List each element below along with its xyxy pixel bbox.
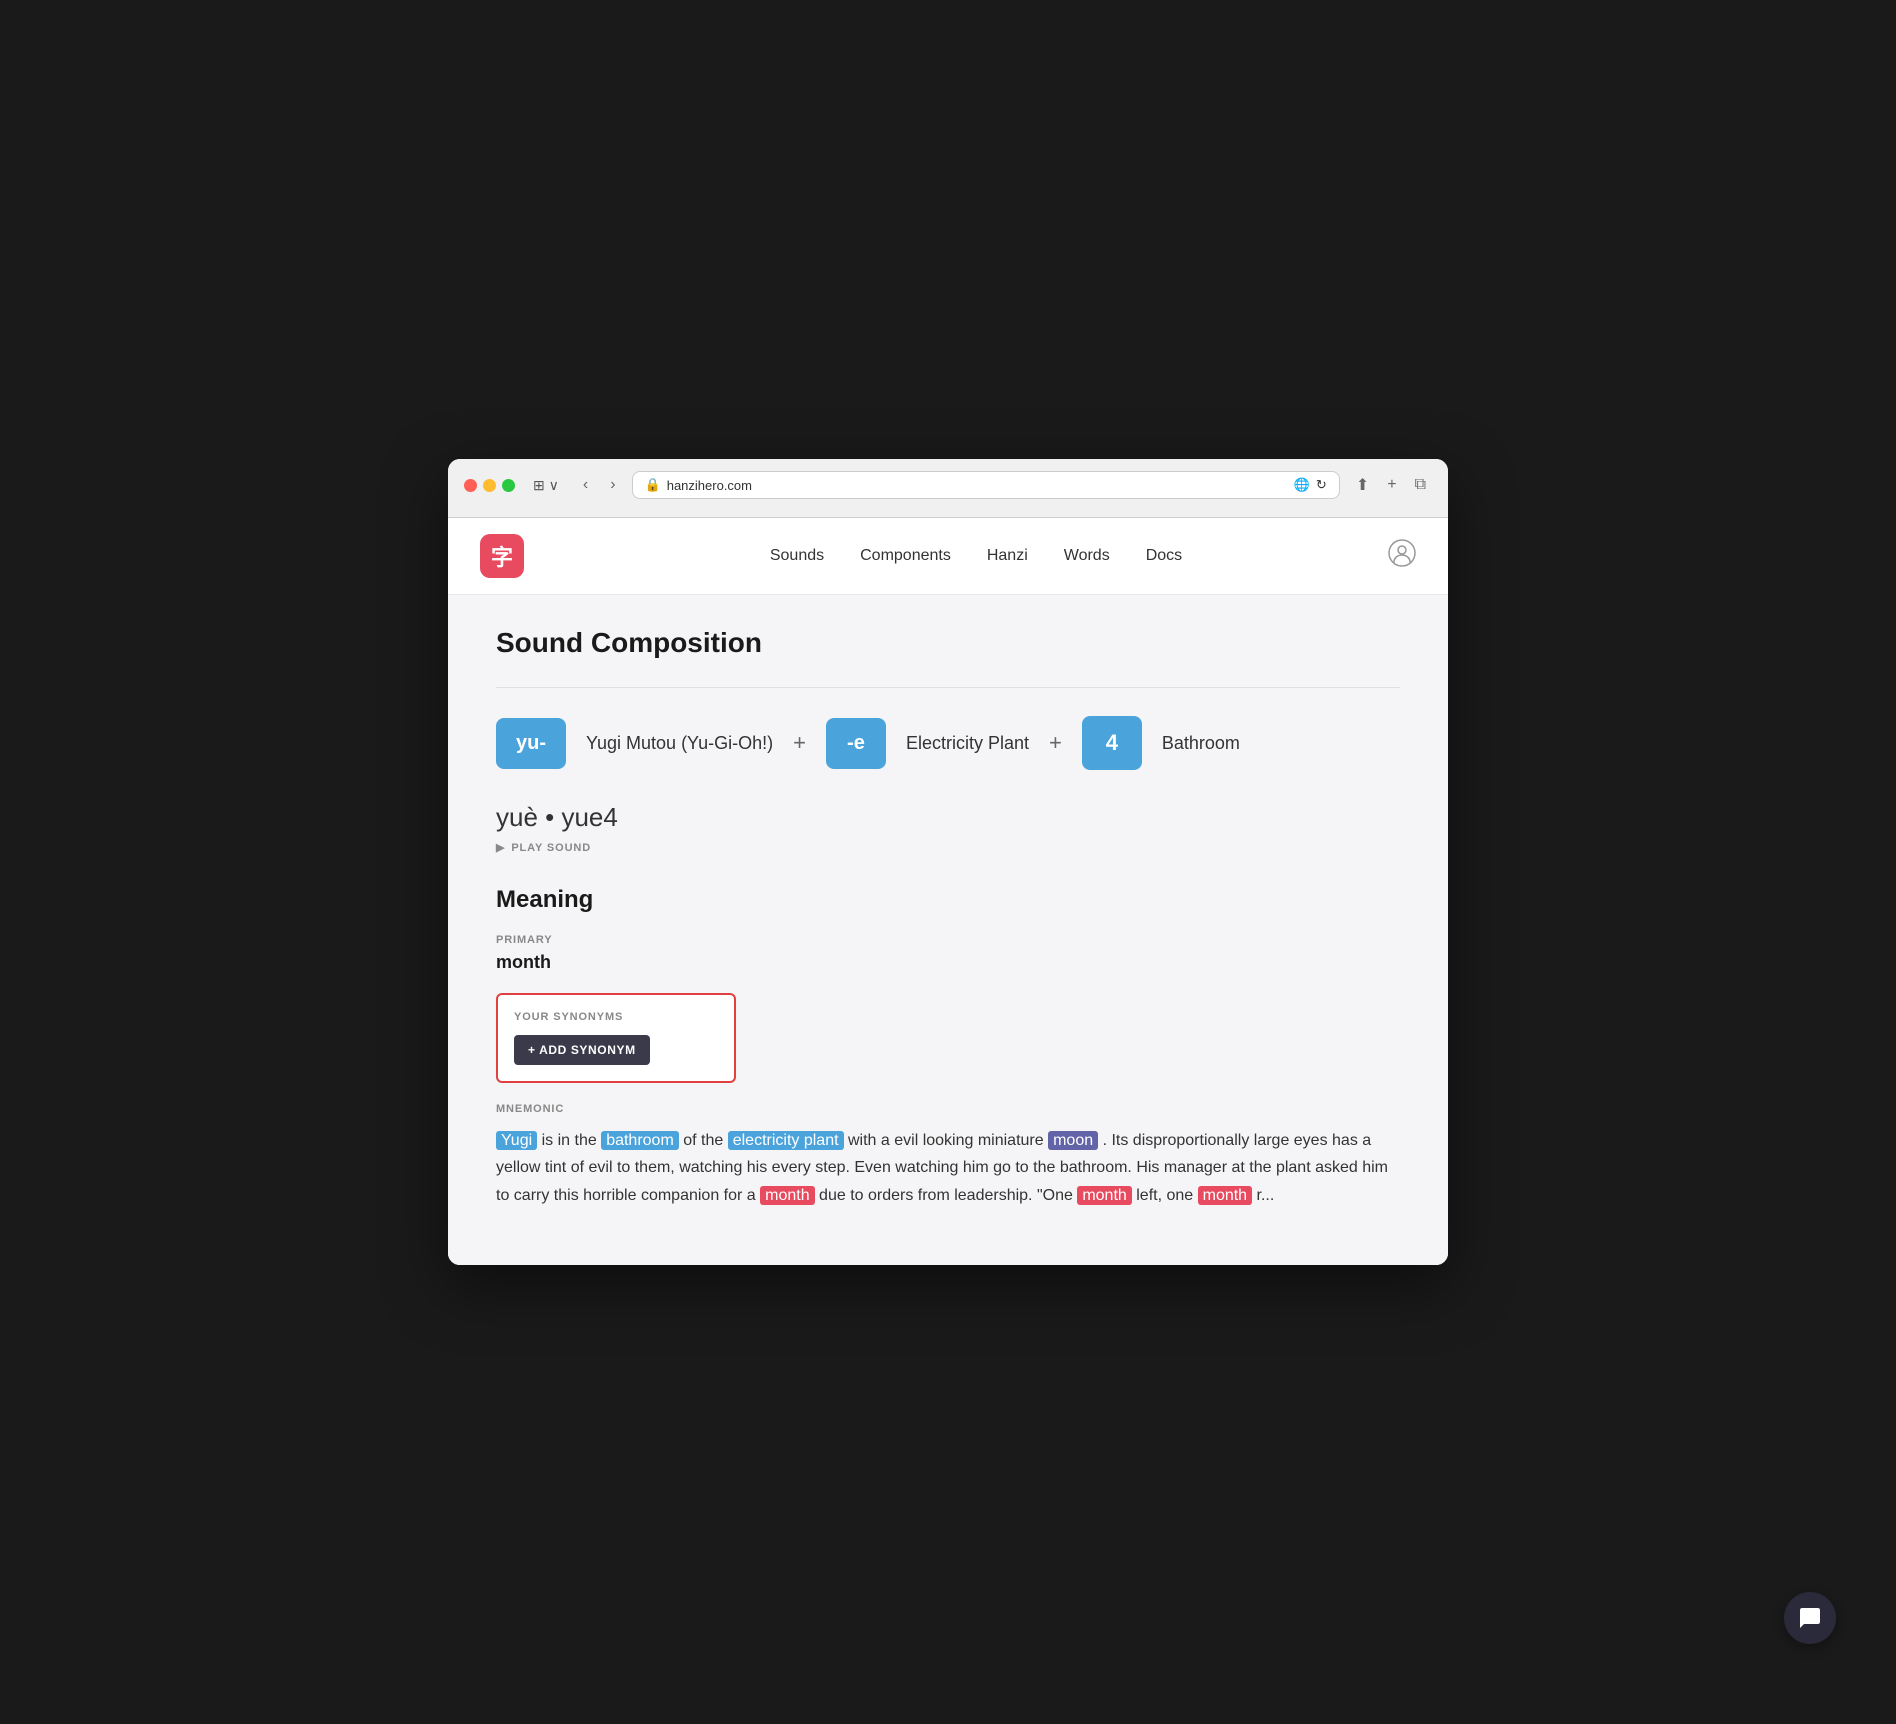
url-text: hanzihero.com [667, 478, 752, 493]
mnemonic-text-1: is in the [542, 1132, 602, 1149]
nav-link-components[interactable]: Components [860, 547, 951, 565]
sound-composition: yu- Yugi Mutou (Yu-Gi-Oh!) + -e Electric… [496, 716, 1400, 770]
maximize-traffic-light[interactable] [502, 479, 515, 492]
mnemonic-text-6: left, one [1136, 1187, 1197, 1204]
play-sound-label: PLAY SOUND [511, 842, 591, 854]
sound-token-4[interactable]: 4 [1082, 716, 1142, 770]
mnemonic-highlight-month-2: month [1077, 1186, 1131, 1205]
mnemonic-highlight-bathroom: bathroom [601, 1131, 679, 1150]
mnemonic-text: Yugi is in the bathroom of the electrici… [496, 1127, 1400, 1209]
traffic-lights [464, 479, 515, 492]
address-bar[interactable]: 🔒 hanzihero.com 🌐 ↻ [632, 471, 1340, 499]
add-synonym-button[interactable]: + ADD SYNONYM [514, 1035, 650, 1065]
plus-1: + [793, 730, 806, 756]
mnemonic-text-2: of the [683, 1132, 727, 1149]
nav-user-icon[interactable] [1388, 539, 1416, 573]
meaning-section: Meaning PRIMARY month YOUR SYNONYMS + AD… [496, 886, 1400, 1209]
mnemonic-highlight-month-3: month [1198, 1186, 1252, 1205]
page-content: 字 Sounds Components Hanzi Words Docs Sou… [448, 518, 1448, 1265]
section-separator [496, 687, 1400, 688]
mnemonic-text-3: with a evil looking miniature [848, 1132, 1048, 1149]
minimize-traffic-light[interactable] [483, 479, 496, 492]
mnemonic-section: MNEMONIC Yugi is in the bathroom of the … [496, 1103, 1400, 1209]
main-content: Sound Composition yu- Yugi Mutou (Yu-Gi-… [448, 595, 1448, 1265]
sound-label-bathroom: Bathroom [1162, 733, 1240, 754]
chat-button[interactable] [1784, 1592, 1836, 1644]
nav-link-docs[interactable]: Docs [1146, 547, 1182, 565]
sidebar-toggle-button[interactable]: ⊞ ∨ [525, 473, 567, 498]
sound-label-yugi: Yugi Mutou (Yu-Gi-Oh!) [586, 733, 773, 754]
tab-overview-button[interactable]: ⧉ [1409, 473, 1432, 497]
primary-label: PRIMARY [496, 934, 1400, 946]
reload-icon[interactable]: ↻ [1316, 477, 1327, 493]
nav-link-hanzi[interactable]: Hanzi [987, 547, 1028, 565]
play-sound-button[interactable]: ▶ PLAY SOUND [496, 841, 591, 854]
browser-controls: ⊞ ∨ ‹ › 🔒 hanzihero.com 🌐 ↻ ⬆ + ⧉ [464, 471, 1432, 499]
share-button[interactable]: ⬆ [1350, 473, 1375, 497]
mnemonic-text-5: due to orders from leadership. "One [819, 1187, 1077, 1204]
plus-2: + [1049, 730, 1062, 756]
sound-token-yu[interactable]: yu- [496, 718, 566, 769]
nav: 字 Sounds Components Hanzi Words Docs [448, 518, 1448, 595]
sound-token-e[interactable]: -e [826, 718, 886, 769]
close-traffic-light[interactable] [464, 479, 477, 492]
mnemonic-highlight-moon: moon [1048, 1131, 1098, 1150]
pronunciation-text: yuè • yue4 [496, 802, 1400, 833]
pronunciation: yuè • yue4 ▶ PLAY SOUND [496, 802, 1400, 854]
mnemonic-label: MNEMONIC [496, 1103, 1400, 1115]
synonyms-box: YOUR SYNONYMS + ADD SYNONYM [496, 993, 736, 1083]
mnemonic-highlight-yugi: Yugi [496, 1131, 537, 1150]
translate-icon[interactable]: 🌐 [1294, 477, 1310, 493]
nav-link-words[interactable]: Words [1064, 547, 1110, 565]
meaning-title: Meaning [496, 886, 1400, 914]
logo[interactable]: 字 [480, 534, 524, 578]
mnemonic-highlight-electricity: electricity plant [728, 1131, 844, 1150]
browser-chrome: ⊞ ∨ ‹ › 🔒 hanzihero.com 🌐 ↻ ⬆ + ⧉ [448, 459, 1448, 518]
nav-links: Sounds Components Hanzi Words Docs [564, 547, 1388, 565]
new-tab-button[interactable]: + [1381, 473, 1402, 497]
browser-window: ⊞ ∨ ‹ › 🔒 hanzihero.com 🌐 ↻ ⬆ + ⧉ 字 Soun… [448, 459, 1448, 1265]
mnemonic-text-7: r... [1257, 1187, 1275, 1204]
back-button[interactable]: ‹ [577, 474, 594, 496]
play-icon: ▶ [496, 841, 505, 854]
lock-icon: 🔒 [645, 477, 661, 493]
sound-label-electricity: Electricity Plant [906, 733, 1029, 754]
toolbar-right: ⬆ + ⧉ [1350, 473, 1432, 497]
synonyms-label: YOUR SYNONYMS [514, 1011, 718, 1023]
primary-value: month [496, 952, 1400, 973]
nav-link-sounds[interactable]: Sounds [770, 547, 824, 565]
mnemonic-highlight-month-1: month [760, 1186, 814, 1205]
forward-button[interactable]: › [604, 474, 621, 496]
section-title: Sound Composition [496, 627, 1400, 659]
